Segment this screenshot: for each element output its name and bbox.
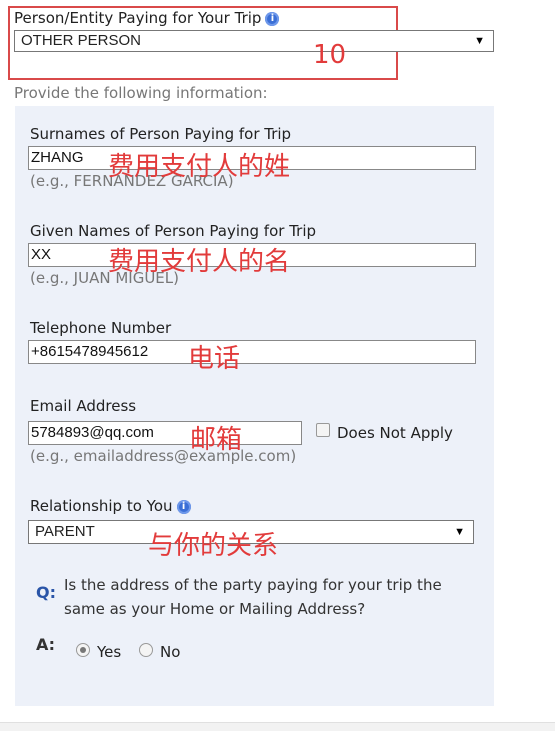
payer-label-text: Person/Entity Paying for Your Trip bbox=[14, 9, 262, 27]
question-marker: Q: bbox=[36, 583, 56, 602]
question-text-line1: Is the address of the party paying for y… bbox=[64, 576, 442, 594]
help-icon[interactable]: i bbox=[265, 11, 280, 26]
yes-radio[interactable] bbox=[76, 643, 90, 657]
answer-marker: A: bbox=[36, 635, 56, 654]
instructions-text: Provide the following information: bbox=[14, 84, 268, 102]
surname-label: Surnames of Person Paying for Trip bbox=[30, 125, 292, 143]
question-text: Is the address of the party paying for y… bbox=[64, 573, 442, 621]
surname-annotation: 费用支付人的姓 bbox=[108, 152, 291, 182]
email-input[interactable]: 5784893@qq.com bbox=[28, 421, 302, 445]
no-label: No bbox=[160, 643, 181, 661]
relationship-label-text: Relationship to You bbox=[30, 497, 173, 515]
telephone-annotation: 电话 bbox=[188, 344, 241, 374]
payer-select[interactable]: OTHER PERSON ▼ bbox=[14, 30, 494, 52]
email-value: 5784893@qq.com bbox=[31, 424, 154, 441]
does-not-apply-label: Does Not Apply bbox=[337, 424, 453, 442]
given-names-label: Given Names of Person Paying for Trip bbox=[30, 222, 317, 240]
telephone-value: +8615478945612 bbox=[31, 343, 149, 360]
telephone-label: Telephone Number bbox=[30, 319, 172, 337]
payer-select-value: OTHER PERSON bbox=[21, 32, 142, 49]
email-label: Email Address bbox=[30, 397, 137, 415]
does-not-apply-checkbox[interactable] bbox=[316, 423, 330, 437]
relationship-select-value: PARENT bbox=[35, 523, 95, 540]
yes-label: Yes bbox=[97, 643, 122, 661]
chevron-down-icon: ▼ bbox=[474, 35, 485, 47]
relationship-label: Relationship to You i bbox=[30, 497, 191, 515]
given-names-value: XX bbox=[31, 246, 52, 263]
help-icon[interactable]: i bbox=[176, 499, 191, 514]
no-radio[interactable] bbox=[139, 643, 153, 657]
relationship-annotation: 与你的关系 bbox=[148, 531, 279, 561]
question-text-line2: same as your Home or Mailing Address? bbox=[64, 600, 366, 618]
given-names-annotation: 费用支付人的名 bbox=[108, 247, 291, 277]
payer-annotation: 10 bbox=[313, 40, 347, 70]
email-hint: (e.g., emailaddress@example.com) bbox=[30, 447, 297, 465]
surname-value: ZHANG bbox=[31, 149, 84, 166]
payer-label: Person/Entity Paying for Your Trip i bbox=[14, 9, 280, 27]
telephone-input[interactable]: +8615478945612 bbox=[28, 340, 476, 364]
chevron-down-icon: ▼ bbox=[454, 526, 465, 538]
